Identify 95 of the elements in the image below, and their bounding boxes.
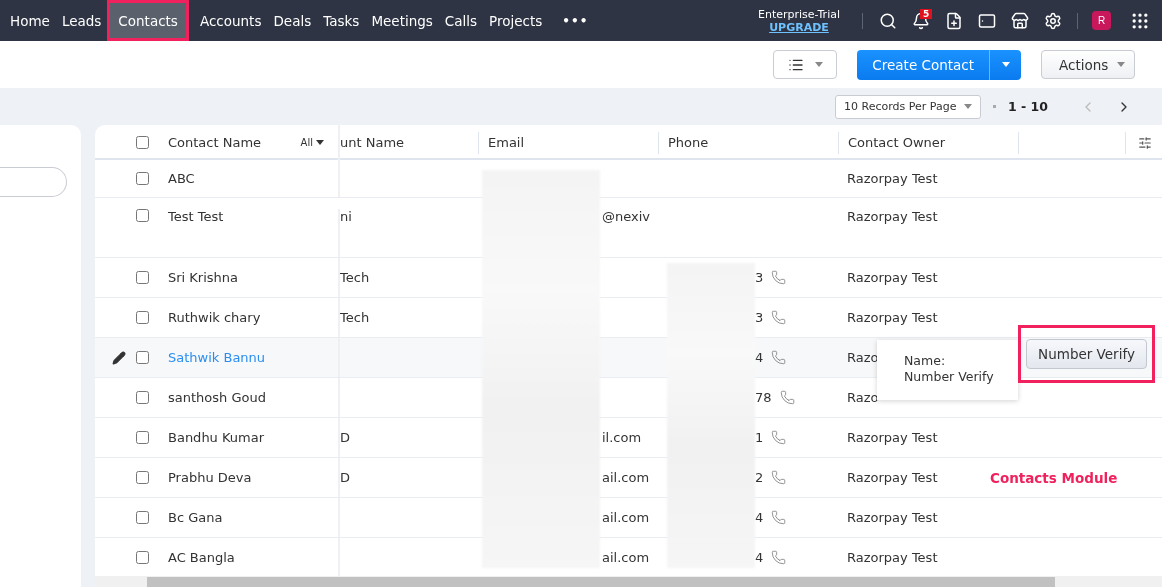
contact-owner: Razorpay Test xyxy=(847,310,938,325)
phone: 1 xyxy=(755,430,764,445)
nav-tab[interactable]: Accounts xyxy=(193,3,268,38)
phone: 2 xyxy=(755,470,764,485)
phone: 4 xyxy=(755,550,764,565)
phone-icon[interactable] xyxy=(771,550,787,565)
phone: 78 xyxy=(755,390,772,405)
avatar[interactable]: R xyxy=(1092,11,1111,30)
select-all-checkbox[interactable] xyxy=(136,136,149,149)
phone: 3 xyxy=(755,310,764,325)
contact-owner: Razorpay Test xyxy=(847,510,938,525)
row-checkbox[interactable] xyxy=(136,209,149,222)
phone: 4 xyxy=(755,510,764,525)
plan-name: Enterprise-Trial xyxy=(757,7,840,21)
contact-name: Bandhu Kumar xyxy=(168,430,265,445)
nav-tab[interactable]: Deals xyxy=(267,3,318,38)
table-row[interactable]: ABC Razorpay Test xyxy=(95,160,1162,198)
contact-name: ABC xyxy=(168,171,195,186)
tooltip-label: Name: xyxy=(904,353,947,369)
column-header: unt Name xyxy=(340,135,405,150)
column-header: Contact Owner xyxy=(848,135,946,150)
row-checkbox[interactable] xyxy=(136,351,149,364)
account-name: D xyxy=(340,430,350,445)
phone-icon[interactable] xyxy=(771,430,787,445)
contact-owner: Razorpay Test xyxy=(847,171,938,186)
phone: 3 xyxy=(755,270,764,285)
nav-tab[interactable]: Tasks xyxy=(317,3,366,38)
column-header: Contact Name xyxy=(168,135,262,150)
contact-owner: Razorpay Test xyxy=(847,209,938,224)
view-switch-button[interactable] xyxy=(773,50,838,79)
email: ail.com xyxy=(602,470,650,485)
column-header: Email xyxy=(488,135,525,150)
records-per-page-select[interactable]: 10 Records Per Page xyxy=(835,94,981,119)
account-name: Tech xyxy=(340,270,370,285)
phone-icon[interactable] xyxy=(771,350,787,365)
email: ail.com xyxy=(602,510,650,525)
search-field[interactable] xyxy=(0,167,67,197)
pencil-icon[interactable] xyxy=(111,350,126,365)
number-verify-button[interactable]: Number Verify xyxy=(1026,339,1147,369)
caret-icon xyxy=(964,104,972,109)
contact-name: santhosh Goud xyxy=(168,390,266,405)
phone-icon[interactable] xyxy=(771,510,787,525)
email: ail.com xyxy=(602,550,650,565)
row-checkbox[interactable] xyxy=(136,271,149,284)
nav-tab[interactable]: Projects xyxy=(483,3,549,38)
row-checkbox[interactable] xyxy=(136,391,149,404)
contact-owner: Razorpay Test xyxy=(847,470,938,485)
caret-icon xyxy=(316,140,324,145)
row-checkbox[interactable] xyxy=(136,551,149,564)
caret-icon xyxy=(1117,62,1125,67)
nav-tab[interactable]: Home xyxy=(4,3,56,38)
filter-dropdown[interactable]: All xyxy=(300,137,324,148)
contact-owner: Razorpay Test xyxy=(847,550,938,565)
contact-name: Prabhu Deva xyxy=(168,470,252,485)
account-name: ni xyxy=(340,209,352,224)
phone-icon[interactable] xyxy=(771,310,787,325)
contact-owner: Razorpay Test xyxy=(847,430,938,445)
column-header: Phone xyxy=(668,135,709,150)
phone-icon[interactable] xyxy=(779,390,795,405)
account-name: D xyxy=(340,470,350,485)
phone-icon[interactable] xyxy=(771,470,787,485)
row-checkbox[interactable] xyxy=(136,172,149,185)
contact-owner: Razo xyxy=(847,350,879,365)
contact-owner: Razorpay Test xyxy=(847,270,938,285)
caret-icon xyxy=(814,62,823,67)
nav-tab[interactable]: Contacts xyxy=(107,0,189,41)
notification-badge: 5 xyxy=(920,9,933,19)
nav-tab[interactable]: Calls xyxy=(438,3,484,38)
email: il.com xyxy=(602,430,642,445)
phone-icon[interactable] xyxy=(771,270,787,285)
row-checkbox[interactable] xyxy=(136,431,149,444)
upgrade-link[interactable]: UPGRADE xyxy=(769,20,829,34)
nav-tab[interactable]: Leads xyxy=(55,3,108,38)
nav-tab[interactable]: Meetings xyxy=(365,3,439,38)
row-checkbox[interactable] xyxy=(136,471,149,484)
caret-icon xyxy=(1001,62,1010,67)
create-contact-button[interactable]: Create Contact xyxy=(857,49,989,80)
contact-name: Ruthwik chary xyxy=(168,310,261,325)
contact-name: Test Test xyxy=(168,209,224,224)
row-checkbox[interactable] xyxy=(136,511,149,524)
annotation-label: Contacts Module xyxy=(990,470,1118,486)
create-menu-button[interactable] xyxy=(989,49,1021,80)
horizontal-scrollbar[interactable] xyxy=(95,576,1162,587)
account-name: Tech xyxy=(340,310,370,325)
contact-name: Sri Krishna xyxy=(168,270,239,285)
contact-name: Bc Gana xyxy=(168,510,223,525)
more-menu[interactable]: ••• xyxy=(562,13,589,28)
row-checkbox[interactable] xyxy=(136,311,149,324)
contact-owner: Razo xyxy=(847,390,879,405)
page-range: 1 - 10 xyxy=(1008,99,1048,114)
column-settings-icon[interactable] xyxy=(1138,135,1152,150)
email: @nexiv xyxy=(602,209,650,224)
contact-name: AC Bangla xyxy=(168,550,235,565)
phone: 4 xyxy=(755,350,764,365)
actions-button[interactable]: Actions xyxy=(1041,50,1135,79)
